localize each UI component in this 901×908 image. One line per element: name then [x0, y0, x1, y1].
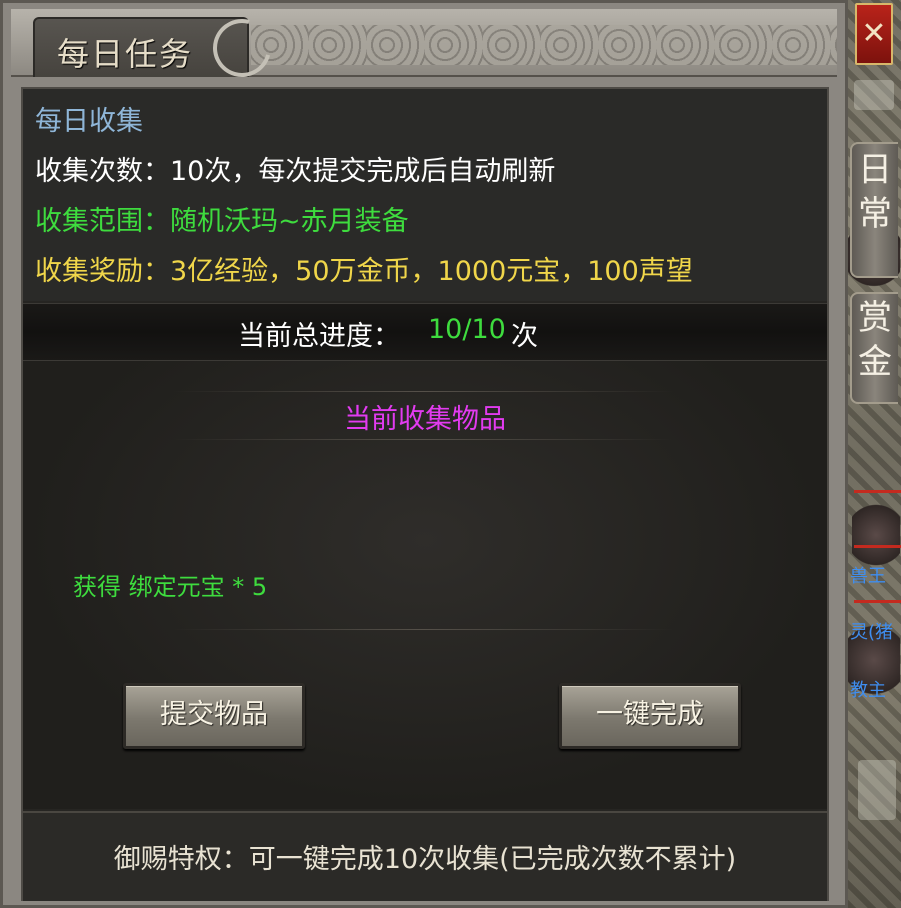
collect-reward: 收集奖励：3亿经验，50万金币，1000元宝，100声望 — [35, 256, 693, 287]
npc-label: 教主 — [850, 680, 886, 701]
tab-daily-char: 日 — [858, 150, 892, 190]
task-heading: 每日收集 — [35, 106, 143, 137]
collect-items-area: 当前收集物品 获得 绑定元宝 * 5 提交物品 一键完成 — [23, 361, 827, 809]
progress-row: 当前总进度： 10/10 次 — [23, 303, 827, 361]
game-background: 兽王 灵(猪 教主 — [848, 0, 901, 908]
collect-count: 收集次数：10次，每次提交完成后自动刷新 — [35, 156, 556, 187]
npc-label: 灵(猪 — [850, 622, 894, 643]
privilege-text: 御赐特权：可一键完成10次收集(已完成次数不累计) — [113, 844, 737, 875]
tab-daily-char: 常 — [858, 194, 892, 234]
task-info: 每日收集 收集次数：10次，每次提交完成后自动刷新 收集范围：随机沃玛~赤月装备… — [23, 89, 827, 301]
one-click-complete-button[interactable]: 一键完成 — [559, 683, 741, 749]
title-bar[interactable]: 每日任务 — [11, 8, 837, 88]
tab-bounty[interactable]: 赏 金 — [850, 292, 898, 404]
divider — [173, 629, 673, 630]
content-area: 每日收集 收集次数：10次，每次提交完成后自动刷新 收集范围：随机沃玛~赤月装备… — [21, 87, 829, 901]
submit-items-button[interactable]: 提交物品 — [123, 683, 305, 749]
npc-label: 兽王 — [850, 566, 886, 587]
divider — [173, 439, 673, 440]
window-title: 每日任务 — [57, 35, 194, 73]
progress-label: 当前总进度： — [238, 321, 400, 352]
tab-bounty-char: 金 — [858, 342, 892, 382]
daily-task-window: 每日任务 每日收集 收集次数：10次，每次提交完成后自动刷新 收集范围：随机沃玛… — [0, 0, 848, 908]
close-icon: ✕ — [861, 16, 887, 51]
progress-value: 10/10 — [428, 314, 506, 345]
items-title: 当前收集物品 — [344, 404, 506, 435]
close-button[interactable]: ✕ — [855, 3, 893, 65]
reward-text: 获得 绑定元宝 * 5 — [73, 573, 268, 601]
collect-range: 收集范围：随机沃玛~赤月装备 — [35, 206, 409, 237]
progress-unit: 次 — [511, 321, 538, 352]
divider — [173, 391, 673, 392]
privilege-footer: 御赐特权：可一键完成10次收集(已完成次数不累计) — [23, 811, 827, 901]
tab-bounty-char: 赏 — [858, 298, 892, 338]
tab-daily[interactable]: 日 常 — [850, 142, 898, 278]
title-ornament — [251, 25, 837, 65]
